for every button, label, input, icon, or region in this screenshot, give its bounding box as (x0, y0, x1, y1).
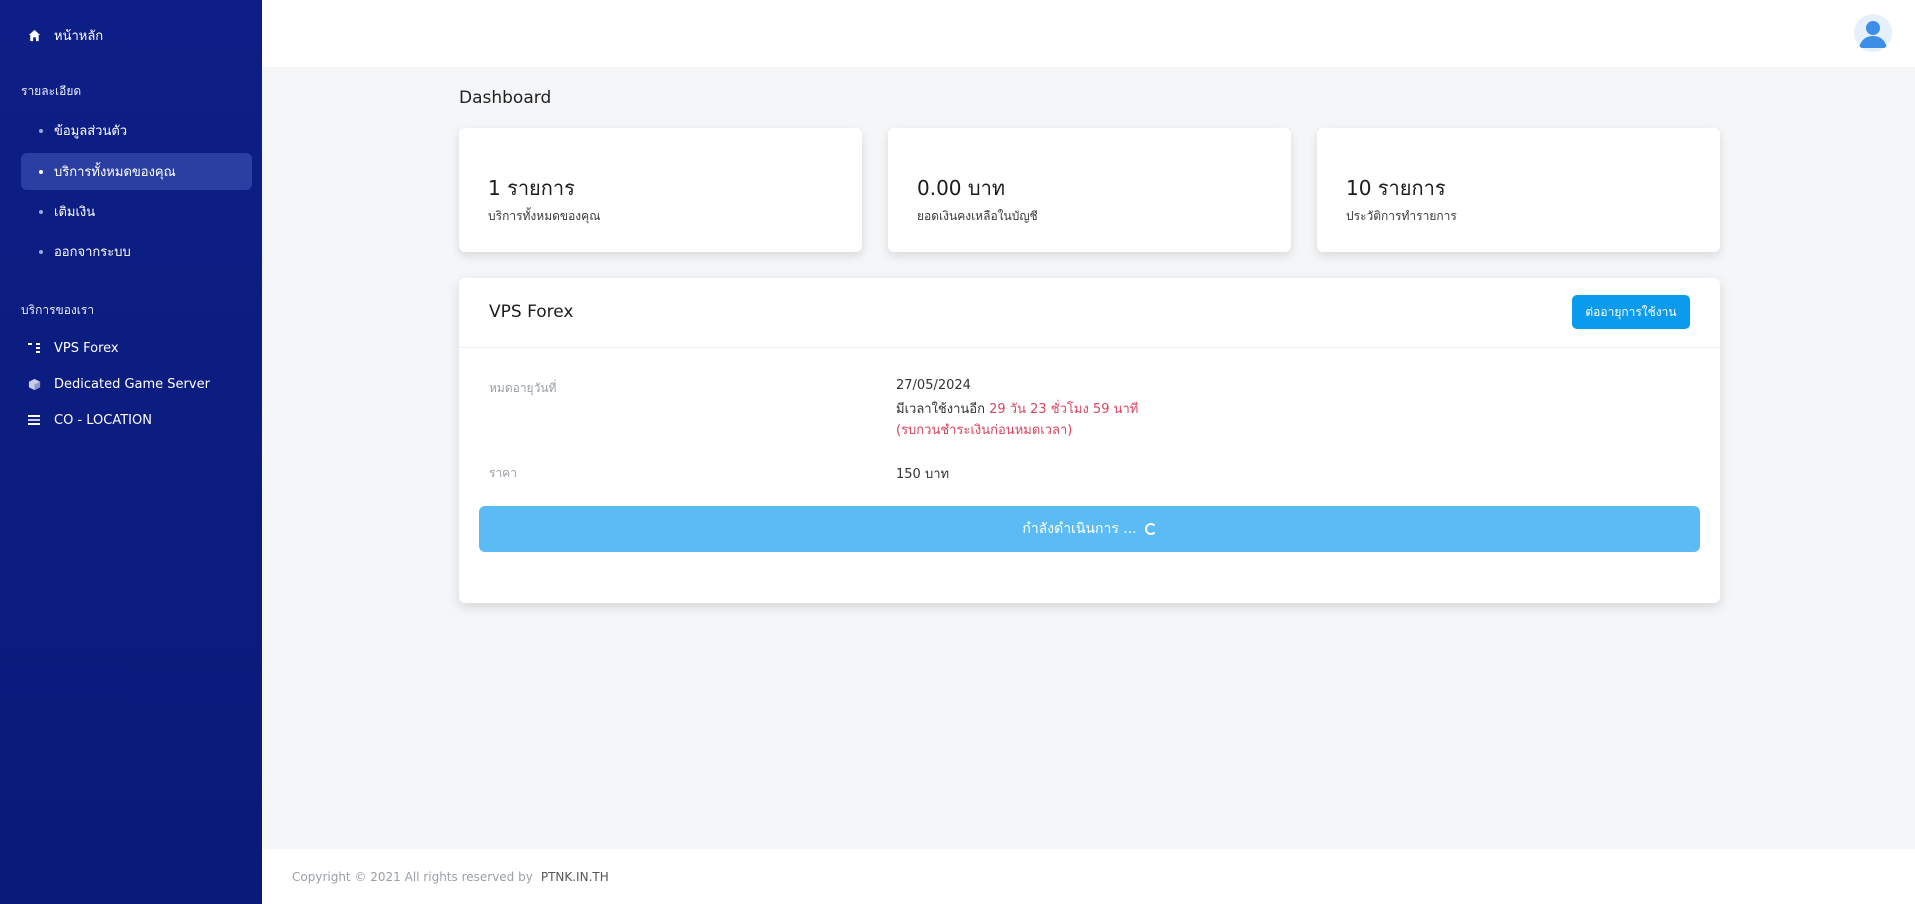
footer: Copyright © 2021 All rights reserved by … (262, 849, 1915, 904)
sidebar-item-profile[interactable]: ข้อมูลส่วนตัว (21, 112, 252, 149)
page-title: Dashboard (459, 88, 552, 108)
remaining-value: 29 วัน 23 ชั่วโมง 59 นาที (989, 402, 1139, 417)
sidebar-item-label: CO - LOCATION (54, 412, 152, 428)
sidebar-item-label: บริการทั้งหมดของคุณ (54, 165, 176, 180)
payment-warning: (รบกวนชำระเงินก่อนหมดเวลา) (896, 423, 1073, 438)
sidebar-item-game-server[interactable]: Dedicated Game Server (26, 376, 210, 392)
sidebar-item-label: ข้อมูลส่วนตัว (54, 124, 128, 139)
service-title: VPS Forex (489, 302, 574, 322)
remaining-prefix: มีเวลาใช้งานอีก (896, 402, 985, 417)
sidebar-item-all-services[interactable]: บริการทั้งหมดของคุณ (21, 153, 252, 190)
expire-date: 27/05/2024 (896, 378, 971, 393)
renew-button[interactable]: ต่ออายุการใช้งาน (1572, 295, 1690, 329)
sidebar-item-home[interactable]: หน้าหลัก (26, 25, 103, 46)
stat-card-history: 10 รายการ ประวัติการทำรายการ (1317, 128, 1720, 252)
stat-label: ประวัติการทำรายการ (1346, 209, 1457, 223)
sidebar-item-co-location[interactable]: CO - LOCATION (26, 412, 152, 428)
stat-card-balance: 0.00 บาท ยอดเงินคงเหลือในบัญชี (888, 128, 1291, 252)
sidebar: หน้าหลัก รายละเอียด ข้อมูลส่วนตัว บริการ… (0, 0, 262, 904)
stat-label: ยอดเงินคงเหลือในบัญชี (917, 209, 1038, 223)
spinner-icon (1144, 523, 1157, 535)
price-label: ราคา (489, 466, 517, 480)
cube-icon (26, 376, 42, 392)
sidebar-item-topup[interactable]: เติมเงิน (21, 193, 252, 230)
divider (459, 347, 1720, 348)
price-value: 150 บาท (896, 467, 950, 482)
sidebar-item-label: Dedicated Game Server (54, 376, 210, 392)
sidebar-section-details: รายละเอียด (21, 84, 82, 98)
service-card: VPS Forex ต่ออายุการใช้งาน หมดอายุวันที่… (459, 278, 1720, 603)
bullet-icon (39, 249, 43, 254)
bullet-icon (39, 209, 43, 214)
stat-value: 1 รายการ (488, 176, 575, 200)
server-icon (26, 412, 42, 428)
processing-label: กำลังดำเนินการ ... (1022, 521, 1137, 537)
expire-label: หมดอายุวันที่ (489, 381, 557, 395)
stat-card-services: 1 รายการ บริการทั้งหมดของคุณ (459, 128, 862, 252)
sidebar-item-label: หน้าหลัก (54, 29, 104, 44)
bullet-icon (39, 169, 43, 174)
home-icon (26, 28, 42, 44)
footer-brand-link[interactable]: PTNK.IN.TH (541, 870, 609, 884)
sidebar-item-label: ออกจากระบบ (54, 245, 131, 260)
sidebar-item-label: VPS Forex (54, 340, 119, 356)
top-bar (262, 0, 1915, 67)
sidebar-item-logout[interactable]: ออกจากระบบ (21, 233, 252, 270)
sidebar-item-vps-forex[interactable]: VPS Forex (26, 340, 119, 356)
bullet-icon (39, 128, 43, 133)
copyright-text: Copyright © 2021 All rights reserved by (292, 869, 533, 884)
stat-value: 10 รายการ (1346, 176, 1446, 200)
sidebar-item-label: เติมเงิน (54, 205, 96, 220)
processing-button[interactable]: กำลังดำเนินการ ... (479, 506, 1700, 552)
stat-label: บริการทั้งหมดของคุณ (488, 209, 601, 223)
sidebar-section-services: บริการของเรา (21, 303, 95, 317)
remaining-time: มีเวลาใช้งานอีก 29 วัน 23 ชั่วโมง 59 นาท… (896, 398, 1138, 419)
user-avatar-icon[interactable] (1854, 14, 1892, 52)
vps-icon (26, 340, 42, 356)
stat-value: 0.00 บาท (917, 176, 1005, 200)
